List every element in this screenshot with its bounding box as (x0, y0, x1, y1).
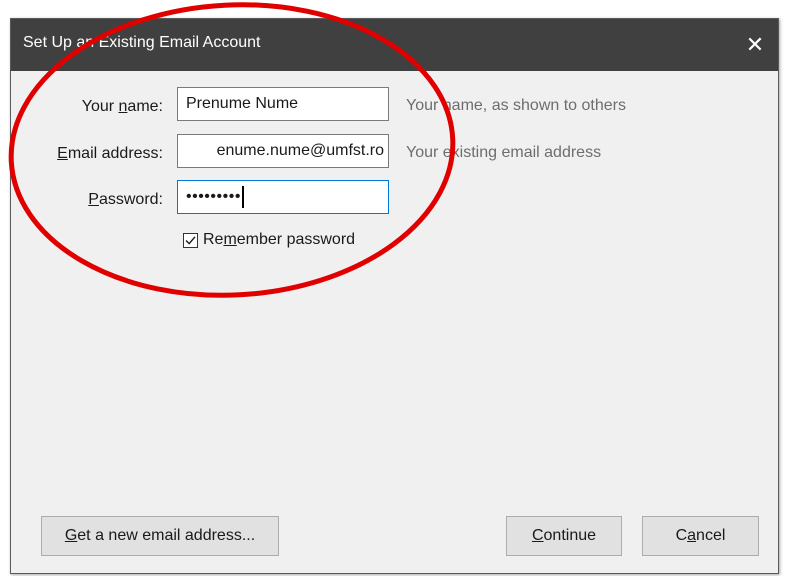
text-caret (241, 186, 244, 208)
get-new-email-button[interactable]: Get a new email address... (41, 516, 279, 556)
checkbox-box[interactable] (183, 232, 198, 248)
continue-button[interactable]: Continue (506, 516, 622, 556)
name-input-value: Prenume Nume (186, 95, 299, 112)
email-label: Email address: (57, 145, 163, 162)
password-input-value: ••••••••• (186, 188, 241, 205)
dialog-title: Set Up an Existing Email Account (23, 34, 261, 51)
cancel-button[interactable]: Ca ncel (642, 516, 759, 556)
name-input[interactable]: Prenume Nume (177, 87, 389, 121)
close-button[interactable]: ✕ (732, 19, 778, 71)
password-label: Password: (88, 191, 163, 208)
email-input-value: enume.nume@umfst.ro (216, 142, 384, 159)
remember-password-checkbox[interactable]: Remember password (183, 231, 355, 249)
checkmark-icon (185, 235, 196, 245)
password-input[interactable]: ••••••••• (177, 180, 389, 214)
setup-email-dialog: Set Up an Existing Email Account ✕ Your … (10, 18, 779, 574)
name-hint: Your name, as shown to others (406, 97, 626, 114)
close-icon: ✕ (745, 32, 765, 57)
email-hint: Your existing email address (406, 144, 602, 161)
remember-password-label: Remember password (203, 231, 356, 248)
name-label: Your name: (81, 98, 163, 115)
email-input[interactable]: enume.nume@umfst.ro (177, 134, 389, 168)
title-bar: Set Up an Existing Email Account ✕ (11, 19, 778, 71)
